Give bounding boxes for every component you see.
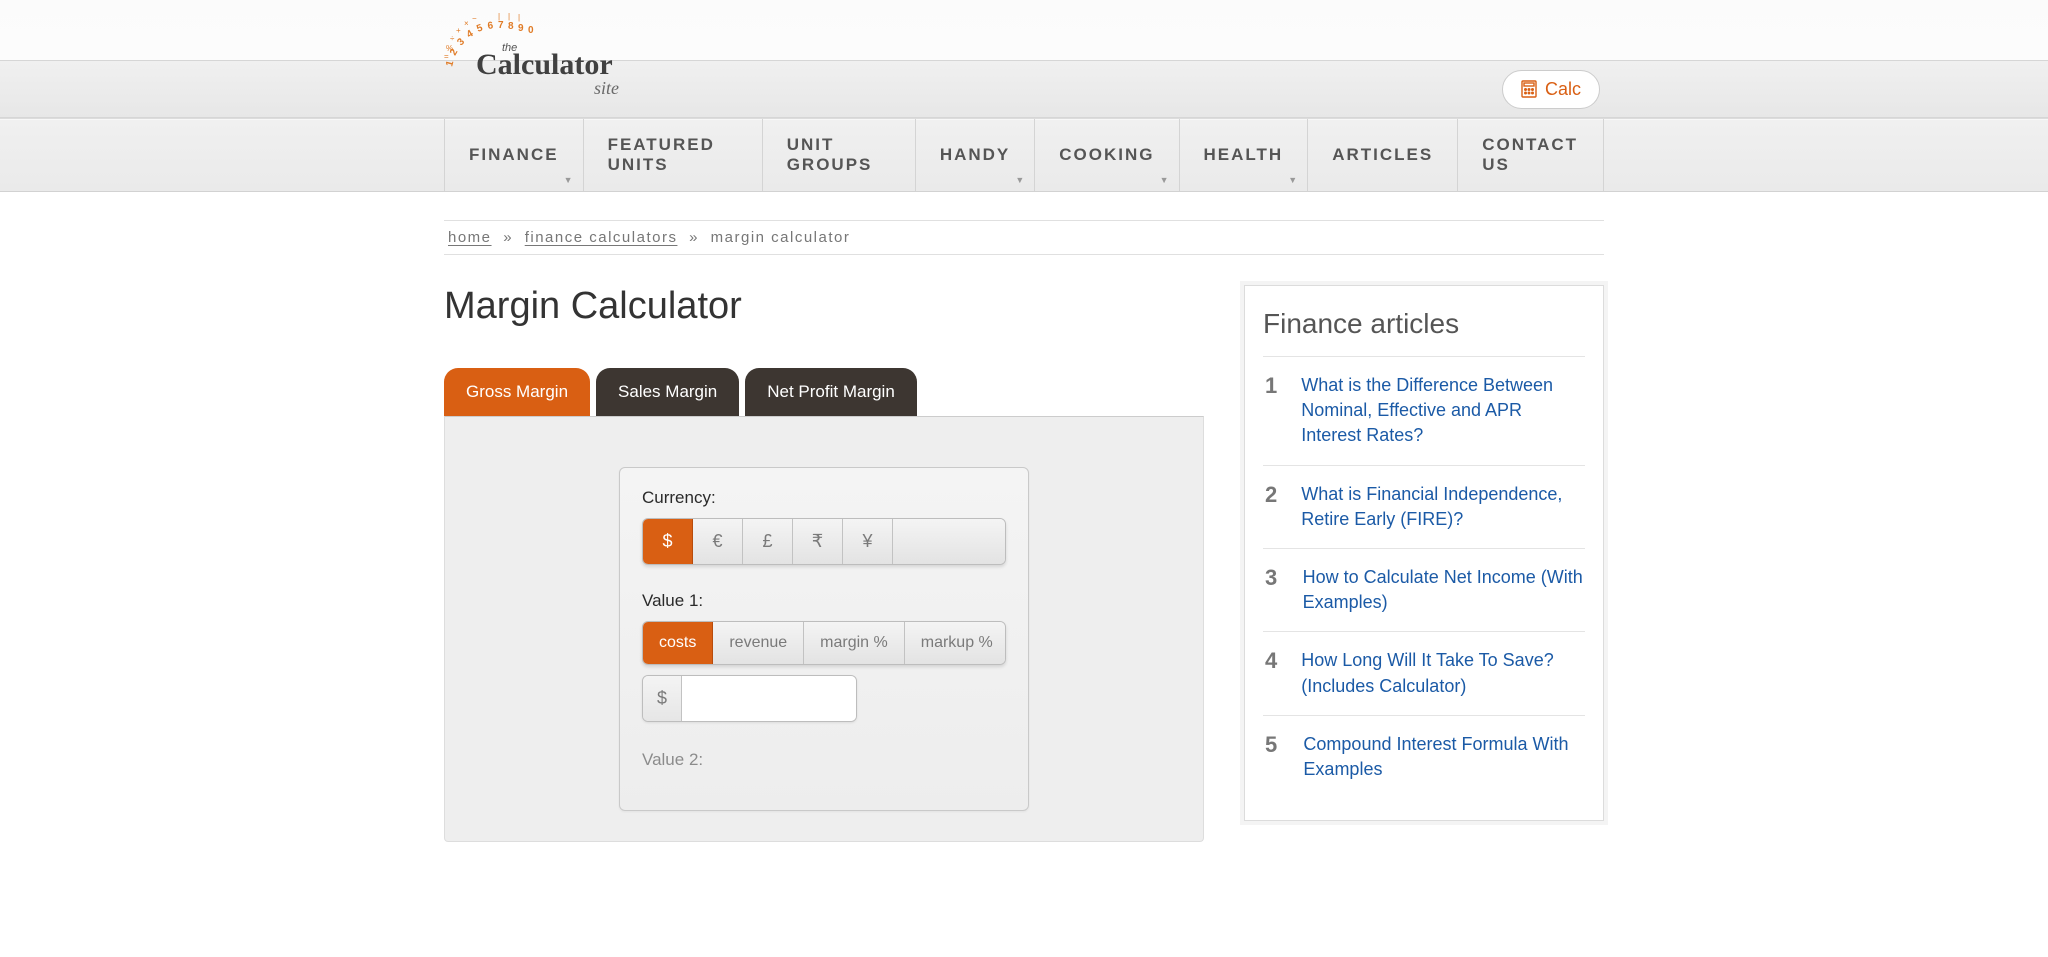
chevron-down-icon: ▼ (564, 175, 575, 185)
tab-gross-margin[interactable]: Gross Margin (444, 368, 590, 416)
article-link[interactable]: What is the Difference Between Nominal, … (1301, 373, 1583, 449)
tab-sales-margin[interactable]: Sales Margin (596, 368, 739, 416)
sidebar-title: Finance articles (1263, 308, 1585, 340)
calculator-button[interactable]: Calc (1502, 70, 1600, 109)
svg-text:0: 0 (528, 25, 534, 36)
breadcrumb-home[interactable]: home (448, 229, 492, 246)
currency-label: Currency: (642, 488, 1006, 508)
value1-prefix: $ (643, 676, 682, 721)
svg-text:%: % (446, 44, 453, 53)
finance-articles-list: 1 What is the Difference Between Nominal… (1263, 356, 1585, 798)
svg-text:|: | (498, 12, 500, 21)
currency-inr[interactable]: ₹ (793, 519, 843, 564)
article-link[interactable]: How Long Will It Take To Save? (Includes… (1301, 648, 1583, 698)
breadcrumb-current: margin calculator (711, 229, 851, 246)
breadcrumb-finance[interactable]: finance calculators (525, 229, 678, 246)
tab-net-profit-margin[interactable]: Net Profit Margin (745, 368, 917, 416)
list-item: 1 What is the Difference Between Nominal… (1263, 356, 1585, 465)
main-nav: FINANCE▼ FEATURED UNITS UNIT GROUPS HAND… (444, 119, 1604, 191)
svg-text:6: 6 (487, 20, 494, 32)
svg-text:site: site (594, 78, 619, 98)
value1-input[interactable] (682, 676, 857, 721)
list-item: 5 Compound Interest Formula With Example… (1263, 715, 1585, 798)
calculator-icon (1521, 80, 1537, 98)
value2-label: Value 2: (642, 750, 1006, 770)
svg-text:=: = (444, 52, 449, 61)
chevron-down-icon: ▼ (1160, 175, 1171, 185)
svg-text:−: − (472, 14, 477, 23)
list-item: 3 How to Calculate Net Income (With Exam… (1263, 548, 1585, 631)
nav-articles[interactable]: ARTICLES (1307, 119, 1457, 191)
calculator-button-label: Calc (1545, 79, 1581, 100)
list-item: 4 How Long Will It Take To Save? (Includ… (1263, 631, 1585, 714)
nav-contact[interactable]: CONTACT US (1457, 119, 1604, 191)
nav-health[interactable]: HEALTH▼ (1179, 119, 1308, 191)
value1-label: Value 1: (642, 591, 1006, 611)
article-link[interactable]: What is Financial Independence, Retire E… (1301, 482, 1583, 532)
breadcrumb: home » finance calculators » margin calc… (448, 229, 1600, 246)
currency-eur[interactable]: € (693, 519, 743, 564)
value1-margin[interactable]: margin % (804, 622, 905, 664)
chevron-down-icon: ▼ (1015, 175, 1026, 185)
nav-finance[interactable]: FINANCE▼ (444, 119, 583, 191)
svg-text:|: | (508, 12, 510, 21)
nav-unit-groups[interactable]: UNIT GROUPS (762, 119, 915, 191)
value1-revenue[interactable]: revenue (713, 622, 804, 664)
nav-featured-units[interactable]: FEATURED UNITS (583, 119, 762, 191)
svg-text:8: 8 (508, 21, 514, 32)
currency-jpy[interactable]: ¥ (843, 519, 893, 564)
svg-text:|: | (518, 13, 520, 22)
currency-usd[interactable]: $ (643, 519, 693, 564)
svg-text:+: + (456, 26, 461, 35)
svg-text:7: 7 (498, 20, 504, 31)
svg-text:Calculator: Calculator (476, 48, 613, 81)
svg-text:5: 5 (475, 22, 484, 34)
nav-cooking[interactable]: COOKING▼ (1034, 119, 1178, 191)
currency-gbp[interactable]: £ (743, 519, 793, 564)
svg-text:9: 9 (518, 23, 524, 34)
site-logo[interactable]: 1 2 3 4 5 6 7 8 9 0 =%÷ +×− ||| the C (444, 9, 644, 109)
svg-text:3: 3 (455, 36, 467, 48)
nav-handy[interactable]: HANDY▼ (915, 119, 1034, 191)
chevron-down-icon: ▼ (1288, 175, 1299, 185)
page-title: Margin Calculator (444, 285, 1204, 328)
article-link[interactable]: How to Calculate Net Income (With Exampl… (1303, 565, 1583, 615)
list-item: 2 What is Financial Independence, Retire… (1263, 465, 1585, 548)
value1-costs[interactable]: costs (643, 622, 713, 664)
calculator-tabs: Gross Margin Sales Margin Net Profit Mar… (444, 368, 1204, 416)
currency-blank[interactable] (893, 519, 1005, 564)
article-link[interactable]: Compound Interest Formula With Examples (1303, 732, 1583, 782)
svg-text:×: × (464, 19, 469, 28)
svg-text:÷: ÷ (450, 34, 455, 43)
value1-type-selector: costs revenue margin % markup % (642, 621, 1006, 665)
currency-selector: $ € £ ₹ ¥ (642, 518, 1006, 565)
value1-markup[interactable]: markup % (905, 622, 1006, 664)
svg-text:4: 4 (465, 28, 476, 41)
